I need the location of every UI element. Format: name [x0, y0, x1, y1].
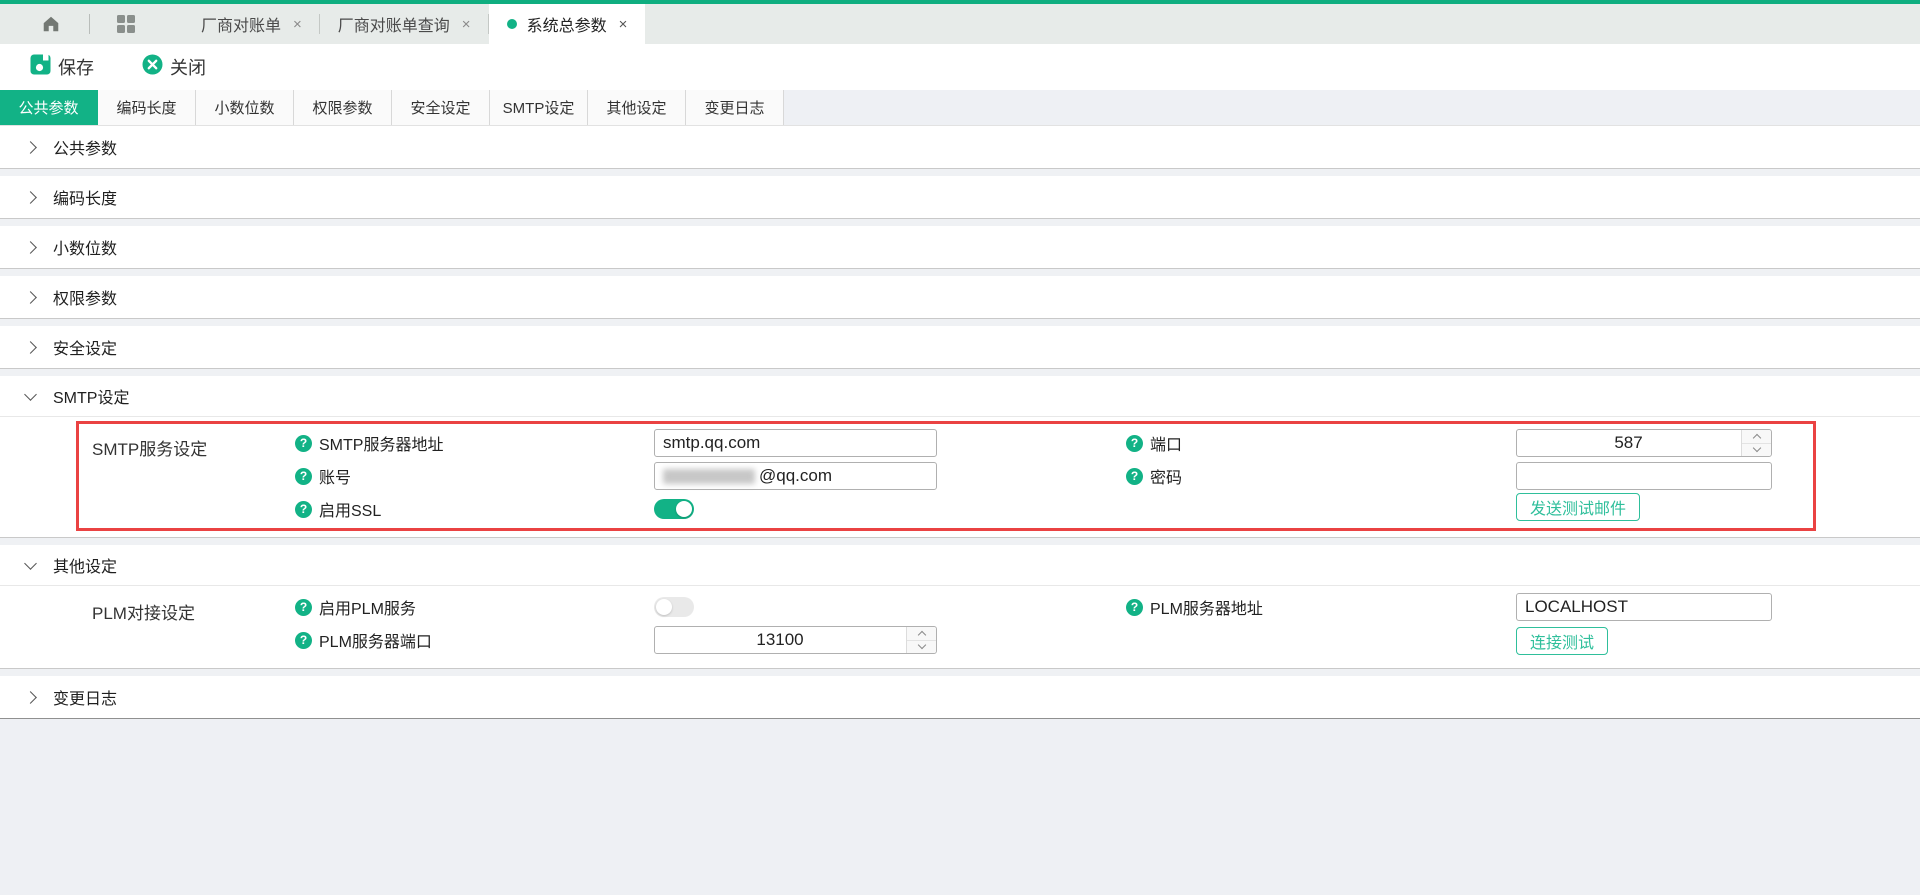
smtp-server-label: ? SMTP服务器地址 [295, 429, 443, 457]
app-window: 厂商对账单 × 厂商对账单查询 × 系统总参数 × [0, 0, 1920, 895]
redacted-account-prefix [663, 469, 755, 484]
settings-body: 公共参数 编码长度 小数位数 权限参数 安全设定 SMTP设定 [0, 126, 1920, 719]
window-tabs: 厂商对账单 × 厂商对账单查询 × 系统总参数 × [183, 4, 645, 44]
help-icon[interactable]: ? [1126, 468, 1143, 485]
smtp-account-label: ? 账号 [295, 462, 351, 490]
plm-group-label: PLM对接设定 [92, 597, 195, 625]
smtp-server-input[interactable] [654, 429, 937, 457]
plm-panel: PLM对接设定 ? 启用PLM服务 ? PLM服务器地址 ? PLM服务器端口 [0, 586, 1920, 669]
smtp-port-input[interactable] [1517, 430, 1740, 456]
tab-permission-params[interactable]: 权限参数 [294, 90, 392, 125]
chevron-right-icon [24, 341, 37, 354]
tab-other-settings[interactable]: 其他设定 [588, 90, 686, 125]
section-header-other-settings[interactable]: 其他设定 [0, 545, 1920, 586]
smtp-group-label: SMTP服务设定 [92, 433, 207, 461]
window-tab-label: 厂商对账单 [201, 12, 281, 36]
smtp-password-label: ? 密码 [1126, 462, 1182, 490]
chevron-down-icon [24, 557, 37, 570]
tab-code-length[interactable]: 编码长度 [98, 90, 196, 125]
save-icon [30, 54, 51, 80]
chevron-up-icon [917, 631, 925, 639]
section-header-common-params[interactable]: 公共参数 [0, 126, 1920, 169]
ssl-toggle[interactable] [654, 499, 694, 519]
close-tab-icon[interactable]: × [462, 17, 471, 32]
help-icon[interactable]: ? [1126, 599, 1143, 616]
help-icon[interactable]: ? [295, 468, 312, 485]
send-test-mail-button[interactable]: 发送测试邮件 [1516, 493, 1640, 521]
section-header-smtp-settings[interactable]: SMTP设定 [0, 376, 1920, 417]
plm-address-input[interactable] [1516, 593, 1772, 621]
help-icon[interactable]: ? [295, 501, 312, 518]
active-tab-dot-icon [507, 19, 517, 29]
tab-smtp-settings[interactable]: SMTP设定 [490, 90, 588, 125]
close-tab-icon[interactable]: × [293, 17, 302, 32]
smtp-account-input[interactable]: @qq.com [654, 462, 937, 490]
chevron-right-icon [24, 291, 37, 304]
toolbar: 保存 关闭 [0, 44, 1920, 90]
window-tab-label: 系统总参数 [527, 12, 607, 36]
section-header-security-settings[interactable]: 安全设定 [0, 326, 1920, 369]
close-button[interactable]: 关闭 [142, 54, 206, 80]
section-header-permission-params[interactable]: 权限参数 [0, 276, 1920, 319]
close-label: 关闭 [170, 54, 206, 80]
parameter-tab-strip: 公共参数 编码长度 小数位数 权限参数 安全设定 SMTP设定 其他设定 变更日… [0, 90, 1920, 126]
save-button[interactable]: 保存 [30, 54, 94, 80]
plm-address-label: ? PLM服务器地址 [1126, 593, 1263, 621]
chevron-right-icon [24, 241, 37, 254]
window-tab-system-params[interactable]: 系统总参数 × [489, 4, 646, 44]
spinner-up-button[interactable] [1742, 430, 1771, 444]
smtp-panel: SMTP服务设定 ? SMTP服务器地址 ? 端口 ? 账号 [0, 417, 1920, 538]
smtp-ssl-label: ? 启用SSL [295, 495, 381, 523]
close-circle-icon [142, 54, 163, 80]
section-header-decimal-places[interactable]: 小数位数 [0, 226, 1920, 269]
plm-enable-toggle[interactable] [654, 597, 694, 617]
chevron-right-icon [24, 191, 37, 204]
tab-common-params[interactable]: 公共参数 [0, 90, 98, 125]
window-tab-bar: 厂商对账单 × 厂商对账单查询 × 系统总参数 × [0, 4, 1920, 44]
section-header-code-length[interactable]: 编码长度 [0, 176, 1920, 219]
plm-port-stepper [654, 626, 937, 654]
home-icon[interactable] [40, 13, 62, 35]
save-label: 保存 [58, 54, 94, 80]
smtp-port-stepper [1516, 429, 1772, 457]
tab-change-log[interactable]: 变更日志 [686, 90, 784, 125]
tab-security-settings[interactable]: 安全设定 [392, 90, 490, 125]
chevron-right-icon [24, 691, 37, 704]
spinner-up-button[interactable] [907, 627, 936, 641]
apps-grid-icon[interactable] [117, 15, 135, 33]
help-icon[interactable]: ? [295, 435, 312, 452]
chevron-right-icon [24, 141, 37, 154]
chevron-down-icon [1752, 444, 1760, 452]
spinner-down-button[interactable] [1742, 444, 1771, 457]
spinner-down-button[interactable] [907, 641, 936, 654]
empty-background [0, 719, 1920, 895]
section-header-change-log[interactable]: 变更日志 [0, 676, 1920, 719]
smtp-password-input[interactable] [1516, 462, 1772, 490]
chevron-down-icon [24, 388, 37, 401]
titlebar-divider [89, 14, 90, 34]
window-tab-statement[interactable]: 厂商对账单 × [183, 4, 320, 44]
plm-port-label: ? PLM服务器端口 [295, 626, 432, 654]
help-icon[interactable]: ? [295, 599, 312, 616]
chevron-down-icon [917, 641, 925, 649]
help-icon[interactable]: ? [295, 632, 312, 649]
close-tab-icon[interactable]: × [619, 17, 628, 32]
window-tab-label: 厂商对账单查询 [338, 12, 450, 36]
window-tab-statement-query[interactable]: 厂商对账单查询 × [320, 4, 489, 44]
tab-decimal-places[interactable]: 小数位数 [196, 90, 294, 125]
plm-port-input[interactable] [655, 627, 905, 653]
help-icon[interactable]: ? [1126, 435, 1143, 452]
chevron-up-icon [1752, 434, 1760, 442]
smtp-port-label: ? 端口 [1126, 429, 1182, 457]
plm-enable-label: ? 启用PLM服务 [295, 593, 416, 621]
connection-test-button[interactable]: 连接测试 [1516, 627, 1608, 655]
